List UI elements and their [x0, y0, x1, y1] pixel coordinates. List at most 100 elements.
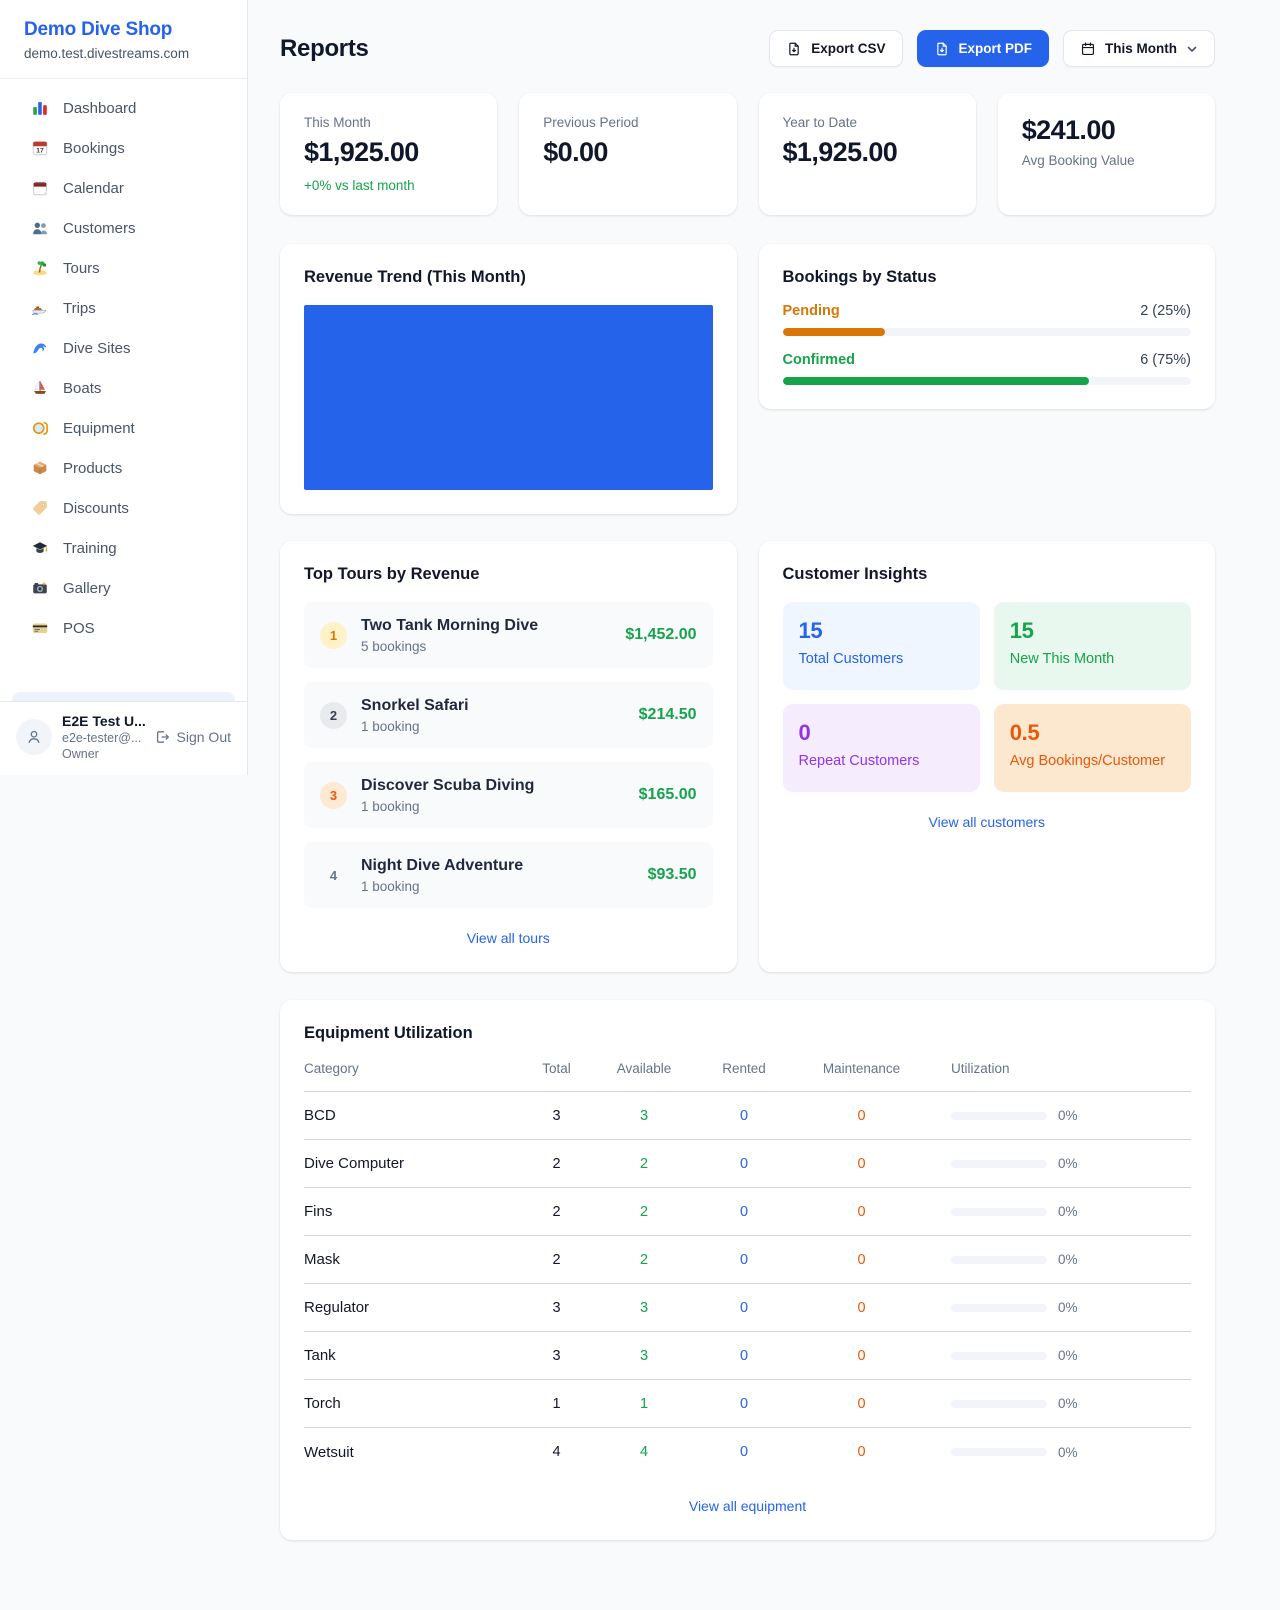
charts-row: Revenue Trend (This Month) Bookings by S… [280, 244, 1215, 514]
sidebar-item-label: Calendar [63, 180, 124, 197]
stat-card-avg-booking-value: $241.00Avg Booking Value [998, 93, 1215, 215]
equipment-utilization-card: Equipment Utilization CategoryTotalAvail… [280, 1000, 1215, 1540]
customer-insights-card: Customer Insights 15Total Customers15New… [759, 541, 1216, 972]
sidebar-item-discounts[interactable]: Discounts [12, 488, 235, 528]
cell-utilization: 0% [929, 1396, 1191, 1411]
sidebar-item-label: Dive Sites [63, 340, 131, 357]
cell-utilization: 0% [929, 1300, 1191, 1315]
cell-available: 4 [594, 1444, 694, 1460]
credit-card-icon [30, 618, 50, 638]
utilization-bar [951, 1352, 1047, 1360]
camera-icon [30, 578, 50, 598]
chevron-down-icon [1186, 43, 1198, 55]
sidebar-item-dive-sites[interactable]: Dive Sites [12, 328, 235, 368]
tour-amount: $165.00 [639, 786, 697, 804]
sidebar-item-calendar[interactable]: Calendar [12, 168, 235, 208]
brand-name[interactable]: Demo Dive Shop [24, 19, 223, 41]
cell-available: 1 [594, 1396, 694, 1412]
cell-category: Regulator [304, 1299, 519, 1316]
sidebar-item-dashboard[interactable]: Dashboard [12, 88, 235, 128]
tour-bookings: 5 bookings [361, 639, 611, 654]
sidebar-item-label: POS [63, 620, 95, 637]
svg-text:17: 17 [36, 148, 44, 155]
sidebar-item-customers[interactable]: Customers [12, 208, 235, 248]
grad-cap-icon [30, 538, 50, 558]
sidebar-item-bookings[interactable]: 17Bookings [12, 128, 235, 168]
sidebar-item-training[interactable]: Training [12, 528, 235, 568]
utilization-text: 0% [1058, 1108, 1078, 1123]
sidebar-item-equipment[interactable]: Equipment [12, 408, 235, 448]
sidebar-item-products[interactable]: Products [12, 448, 235, 488]
cell-utilization: 0% [929, 1108, 1191, 1123]
utilization-text: 0% [1058, 1156, 1078, 1171]
insight-label: New This Month [1010, 651, 1175, 667]
view-all-equipment-link[interactable]: View all equipment [689, 1498, 806, 1514]
utilization-text: 0% [1058, 1204, 1078, 1219]
cell-rented: 0 [694, 1300, 794, 1316]
file-download-icon [786, 41, 802, 57]
tour-item[interactable]: 3Discover Scuba Diving1 booking$165.00 [304, 762, 713, 828]
period-label: This Month [1105, 41, 1177, 56]
sidebar-item-label: Trips [63, 300, 96, 317]
tour-info: Discover Scuba Diving 1 booking [361, 777, 625, 814]
tour-amount: $214.50 [639, 706, 697, 724]
cell-available: 3 [594, 1348, 694, 1364]
tour-name: Two Tank Morning Dive [361, 617, 611, 635]
brand: Demo Dive Shop demo.test.divestreams.com [0, 0, 247, 79]
utilization-bar [951, 1304, 1047, 1312]
customer-insights-title: Customer Insights [783, 565, 1192, 584]
sidebar-item-reports-active[interactable] [12, 692, 235, 701]
cell-maintenance: 0 [794, 1108, 929, 1124]
insight-value: 0 [799, 720, 964, 746]
view-all-tours-link[interactable]: View all tours [467, 930, 550, 946]
cell-total: 3 [519, 1108, 594, 1124]
stat-label: Avg Booking Value [1022, 153, 1191, 168]
progress-bar-fill [783, 377, 1089, 385]
cell-maintenance: 0 [794, 1444, 929, 1460]
speedboat-icon [30, 298, 50, 318]
utilization-bar [951, 1448, 1047, 1456]
table-row: Mask22000% [304, 1236, 1191, 1284]
tour-item[interactable]: 1Two Tank Morning Dive5 bookings$1,452.0… [304, 602, 713, 668]
sidebar-item-pos[interactable]: POS [12, 608, 235, 648]
tour-item[interactable]: 4Night Dive Adventure1 booking$93.50 [304, 842, 713, 908]
view-all-customers-link[interactable]: View all customers [929, 814, 1045, 830]
column-header-total: Total [519, 1061, 594, 1076]
cell-total: 2 [519, 1156, 594, 1172]
file-download-icon [934, 41, 950, 57]
export-pdf-button[interactable]: Export PDF [917, 30, 1050, 67]
tag-icon [30, 498, 50, 518]
sign-out-button[interactable]: Sign Out [154, 729, 231, 745]
cell-category: Mask [304, 1251, 519, 1268]
table-row: Torch11000% [304, 1380, 1191, 1428]
sidebar-item-trips[interactable]: Trips [12, 288, 235, 328]
sidebar-item-boats[interactable]: Boats [12, 368, 235, 408]
sidebar-item-label: Customers [63, 220, 136, 237]
utilization-text: 0% [1058, 1300, 1078, 1315]
rank-badge: 2 [320, 702, 347, 729]
stat-card-this-month: This Month$1,925.00+0% vs last month [280, 93, 497, 215]
table-row: Dive Computer22000% [304, 1140, 1191, 1188]
insight-label: Repeat Customers [799, 753, 964, 769]
period-dropdown[interactable]: This Month [1063, 30, 1215, 67]
tour-bookings: 1 booking [361, 879, 634, 894]
stat-value: $1,925.00 [783, 137, 952, 168]
package-icon [30, 458, 50, 478]
tour-item[interactable]: 2Snorkel Safari1 booking$214.50 [304, 682, 713, 748]
cell-total: 2 [519, 1204, 594, 1220]
cell-available: 3 [594, 1108, 694, 1124]
sidebar-item-label: Dashboard [63, 100, 136, 117]
tour-bookings: 1 booking [361, 799, 625, 814]
cell-total: 1 [519, 1396, 594, 1412]
export-csv-button[interactable]: Export CSV [769, 30, 902, 67]
cell-rented: 0 [694, 1348, 794, 1364]
table-row: Fins22000% [304, 1188, 1191, 1236]
sidebar-item-label: Equipment [63, 420, 135, 437]
sidebar-item-gallery[interactable]: Gallery [12, 568, 235, 608]
rank-badge: 1 [320, 622, 347, 649]
insight-tile-total-customers: 15Total Customers [783, 602, 980, 690]
column-header-utilization: Utilization [929, 1061, 1191, 1076]
tour-name: Discover Scuba Diving [361, 777, 625, 795]
sidebar-item-tours[interactable]: Tours [12, 248, 235, 288]
wave-icon [30, 338, 50, 358]
